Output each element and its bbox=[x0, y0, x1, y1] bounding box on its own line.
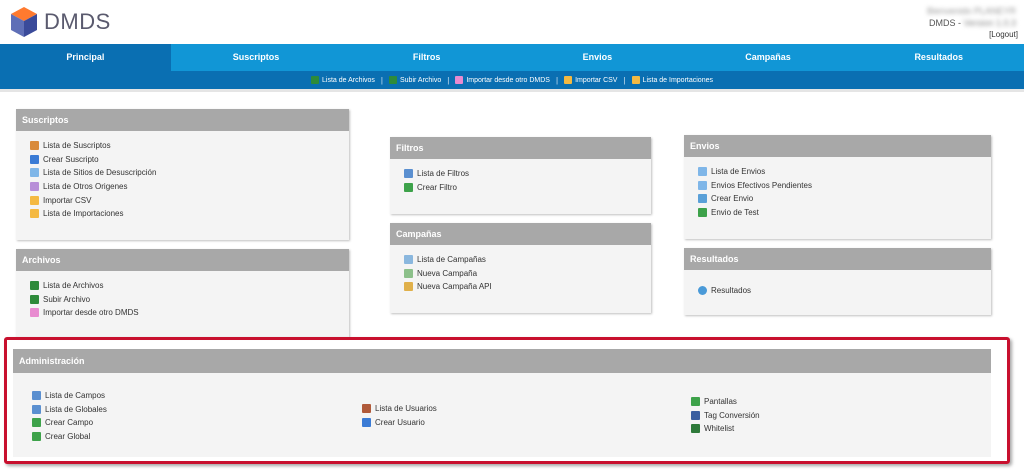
link-lista-importaciones[interactable]: Lista de Importaciones bbox=[30, 207, 349, 221]
link-lista-suscriptos[interactable]: Lista de Suscriptos bbox=[30, 139, 349, 153]
tab-filtros[interactable]: Filtros bbox=[341, 44, 512, 71]
main-nav: Principal Suscriptos Filtros Envios Camp… bbox=[0, 44, 1024, 71]
link-otros-origenes[interactable]: Lista de Otros Origenes bbox=[30, 180, 349, 194]
link-nueva-campana-api[interactable]: Nueva Campaña API bbox=[404, 280, 651, 294]
page-icon bbox=[404, 255, 413, 265]
cube-icon bbox=[30, 308, 39, 318]
link-lista-usuarios[interactable]: Lista de Usuarios bbox=[362, 402, 437, 416]
list-icon bbox=[404, 169, 413, 179]
folder-icon bbox=[631, 76, 640, 84]
subnav-importar-dmds[interactable]: Importar desde otro DMDS bbox=[455, 76, 550, 84]
panel-title: Envios bbox=[684, 135, 991, 157]
app-version: DMDS - Version 1.0.3 bbox=[928, 18, 1016, 28]
panel-suscriptos: Suscriptos Lista de Suscriptos Crear Sus… bbox=[16, 109, 349, 240]
add-icon bbox=[32, 432, 41, 442]
app-header: DMDS Bienvenido PLANEYR DMDS - Version 1… bbox=[0, 0, 1024, 44]
link-subir-archivo[interactable]: Subir Archivo bbox=[30, 293, 349, 307]
panel-title: Archivos bbox=[16, 249, 349, 271]
link-tag-conversion[interactable]: Tag Conversión bbox=[691, 409, 760, 423]
subnav-lista-archivos[interactable]: Lista de Archivos bbox=[311, 76, 375, 84]
cube-icon bbox=[455, 76, 464, 84]
list-icon bbox=[32, 404, 41, 414]
excel-icon bbox=[311, 76, 319, 84]
link-lista-campanas[interactable]: Lista de Campañas bbox=[404, 253, 651, 267]
separator: | bbox=[623, 75, 626, 85]
page-icon bbox=[30, 182, 39, 192]
separator: | bbox=[447, 75, 450, 85]
panel-filtros: Filtros Lista de Filtros Crear Filtro bbox=[390, 137, 651, 214]
link-pantallas[interactable]: Pantallas bbox=[691, 395, 760, 409]
link-sitios-desuscripcion[interactable]: Lista de Sitios de Desuscripción bbox=[30, 166, 349, 180]
link-crear-filtro[interactable]: Crear Filtro bbox=[404, 181, 651, 195]
add-filter-icon bbox=[404, 182, 413, 192]
folder-icon bbox=[30, 195, 39, 205]
divider-bar bbox=[0, 89, 1024, 92]
link-envios-pendientes[interactable]: Envios Efectivos Pendientes bbox=[698, 179, 991, 193]
link-lista-envios[interactable]: Lista de Envios bbox=[698, 165, 991, 179]
user-add-icon bbox=[30, 154, 39, 164]
link-importar-dmds[interactable]: Importar desde otro DMDS bbox=[30, 306, 349, 320]
link-lista-campos[interactable]: Lista de Campos bbox=[32, 389, 107, 403]
page-icon bbox=[30, 168, 39, 178]
panel-title: Resultados bbox=[684, 248, 991, 270]
user-icon bbox=[362, 404, 371, 414]
user-add-icon bbox=[362, 417, 371, 427]
whitelist-icon bbox=[691, 424, 700, 434]
tag-icon bbox=[691, 410, 700, 420]
panel-administracion: Administración Lista de Campos Lista de … bbox=[13, 349, 991, 457]
link-lista-archivos[interactable]: Lista de Archivos bbox=[30, 279, 349, 293]
panel-resultados: Resultados Resultados bbox=[684, 248, 991, 315]
folder-icon bbox=[30, 209, 39, 219]
link-crear-usuario[interactable]: Crear Usuario bbox=[362, 416, 437, 430]
link-lista-globales[interactable]: Lista de Globales bbox=[32, 403, 107, 417]
mail-add-icon bbox=[698, 194, 707, 204]
tab-campanas[interactable]: Campañas bbox=[683, 44, 854, 71]
page-add-icon bbox=[404, 268, 413, 278]
panel-title: Suscriptos bbox=[16, 109, 349, 131]
screen-icon bbox=[691, 397, 700, 407]
list-icon bbox=[32, 391, 41, 401]
add-icon bbox=[32, 418, 41, 428]
link-nueva-campana[interactable]: Nueva Campaña bbox=[404, 267, 651, 281]
separator: | bbox=[555, 75, 559, 85]
tab-principal[interactable]: Principal bbox=[0, 44, 171, 71]
mail-icon bbox=[698, 167, 707, 177]
mail-test-icon bbox=[698, 208, 707, 218]
folder-icon bbox=[564, 76, 573, 84]
panel-archivos: Archivos Lista de Archivos Subir Archivo… bbox=[16, 249, 349, 337]
link-envio-test[interactable]: Envio de Test bbox=[698, 206, 991, 220]
sub-nav: Lista de Archivos | Subir Archivo | Impo… bbox=[0, 71, 1024, 89]
users-icon bbox=[30, 141, 39, 151]
subnav-subir-archivo[interactable]: Subir Archivo bbox=[389, 76, 441, 84]
subnav-lista-importaciones[interactable]: Lista de Importaciones bbox=[631, 76, 713, 84]
panel-title: Filtros bbox=[390, 137, 651, 159]
pie-chart-icon bbox=[698, 286, 707, 296]
tab-suscriptos[interactable]: Suscriptos bbox=[171, 44, 342, 71]
link-whitelist[interactable]: Whitelist bbox=[691, 422, 760, 436]
brand-title: DMDS bbox=[44, 9, 111, 34]
mail-icon bbox=[698, 180, 707, 190]
panel-envios: Envios Lista de Envios Envios Efectivos … bbox=[684, 135, 991, 239]
panel-title: Administración bbox=[13, 349, 991, 373]
link-crear-envio[interactable]: Crear Envio bbox=[698, 192, 991, 206]
excel-icon bbox=[389, 76, 397, 84]
link-resultados[interactable]: Resultados bbox=[698, 284, 991, 298]
separator: | bbox=[380, 75, 383, 85]
dmds-logo-icon bbox=[11, 7, 37, 37]
link-crear-suscripto[interactable]: Crear Suscripto bbox=[30, 153, 349, 167]
user-greeting: Bienvenido PLANEYR bbox=[926, 6, 1016, 16]
subnav-importar-csv[interactable]: Importar CSV bbox=[564, 76, 617, 84]
page-edit-icon bbox=[404, 282, 413, 292]
excel-icon bbox=[30, 281, 39, 291]
logout-link[interactable]: [Logout] bbox=[989, 30, 1018, 39]
panel-title: Campañas bbox=[390, 223, 651, 245]
tab-resultados[interactable]: Resultados bbox=[853, 44, 1024, 71]
link-crear-campo[interactable]: Crear Campo bbox=[32, 416, 107, 430]
link-importar-csv[interactable]: Importar CSV bbox=[30, 193, 349, 207]
excel-icon bbox=[30, 294, 39, 304]
tab-envios[interactable]: Envios bbox=[512, 44, 683, 71]
panel-campanas: Campañas Lista de Campañas Nueva Campaña… bbox=[390, 223, 651, 313]
link-lista-filtros[interactable]: Lista de Filtros bbox=[404, 167, 651, 181]
link-crear-global[interactable]: Crear Global bbox=[32, 430, 107, 444]
